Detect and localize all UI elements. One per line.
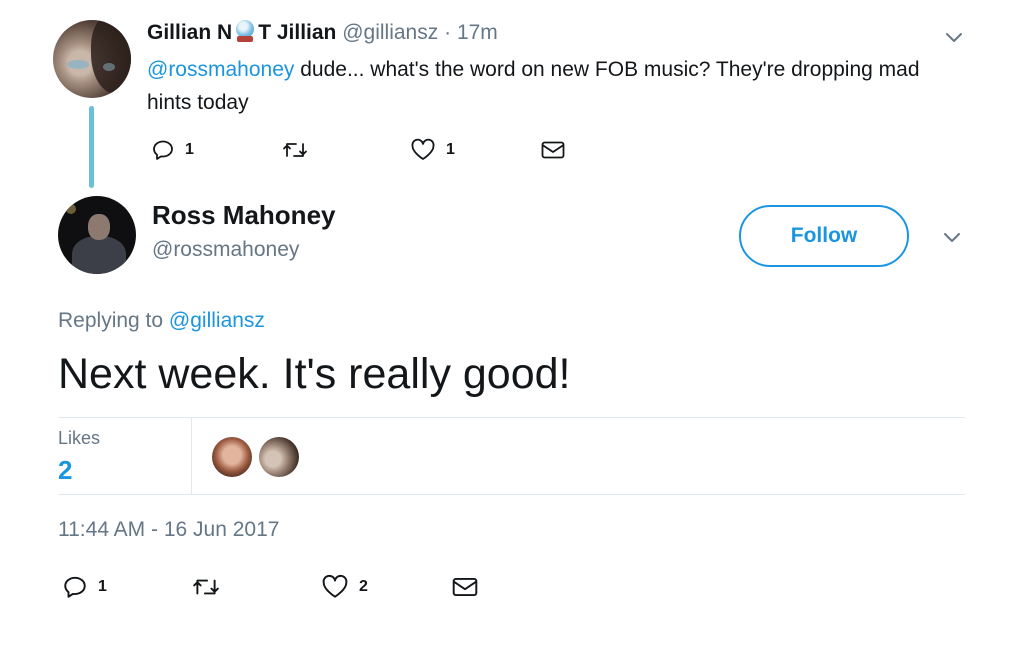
main-reply-button[interactable]: 1 xyxy=(62,574,107,600)
main-author-handle[interactable]: @rossmahoney xyxy=(152,238,299,262)
parent-tweet-text: @rossmahoney dude... what's the word on … xyxy=(147,58,920,114)
main-like-count: 2 xyxy=(359,578,368,595)
reply-icon xyxy=(151,138,175,162)
liker-avatar[interactable] xyxy=(212,437,252,477)
main-author-name[interactable]: Ross Mahoney xyxy=(152,200,336,231)
main-avatar[interactable] xyxy=(58,196,136,274)
crystal-ball-emoji-icon xyxy=(234,20,256,42)
main-tweet-text: Next week. It's really good! xyxy=(58,350,571,398)
likes-count[interactable]: 2 xyxy=(58,455,72,486)
main-like-button[interactable]: 2 xyxy=(321,574,368,600)
parent-reply-button[interactable]: 1 xyxy=(151,138,194,162)
chevron-down-icon[interactable] xyxy=(941,226,963,248)
stats-vertical-divider xyxy=(191,418,192,494)
parent-author-name[interactable]: Gillian NT Jillian xyxy=(147,20,336,44)
parent-reply-count: 1 xyxy=(185,141,194,158)
follow-button[interactable]: Follow xyxy=(739,205,909,267)
parent-like-button[interactable]: 1 xyxy=(410,138,455,162)
parent-mention-link[interactable]: @rossmahoney xyxy=(147,58,294,81)
parent-tweet-time[interactable]: 17m xyxy=(457,21,498,44)
parent-tweet-header: Gillian NT Jillian @gilliansz · 17m xyxy=(147,20,498,45)
stats-top-divider xyxy=(58,417,965,418)
main-retweet-button[interactable] xyxy=(192,574,220,600)
tweet-timestamp: 11:44 AM - 16 Jun 2017 xyxy=(58,518,280,541)
thread-connector-line xyxy=(89,106,94,188)
parent-direct-message-button[interactable] xyxy=(540,138,566,162)
parent-separator: · xyxy=(444,21,452,44)
replying-to-link[interactable]: @gilliansz xyxy=(169,309,265,332)
main-reply-count: 1 xyxy=(98,578,107,595)
parent-like-count: 1 xyxy=(446,141,455,158)
parent-author-handle[interactable]: @gilliansz xyxy=(342,21,438,44)
chevron-down-icon[interactable] xyxy=(943,26,965,48)
direct-message-icon xyxy=(540,138,566,162)
parent-retweet-button[interactable] xyxy=(282,138,308,162)
likes-label: Likes xyxy=(58,428,101,448)
direct-message-icon xyxy=(451,574,479,600)
liker-avatar[interactable] xyxy=(259,437,299,477)
stats-bottom-divider xyxy=(58,494,965,495)
like-icon xyxy=(410,138,436,162)
reply-icon xyxy=(62,574,88,600)
retweet-icon xyxy=(192,574,220,600)
like-icon xyxy=(321,574,349,600)
parent-avatar[interactable] xyxy=(53,20,131,98)
replying-to-line: Replying to @gilliansz xyxy=(58,309,265,332)
retweet-icon xyxy=(282,138,308,162)
main-direct-message-button[interactable] xyxy=(451,574,479,600)
